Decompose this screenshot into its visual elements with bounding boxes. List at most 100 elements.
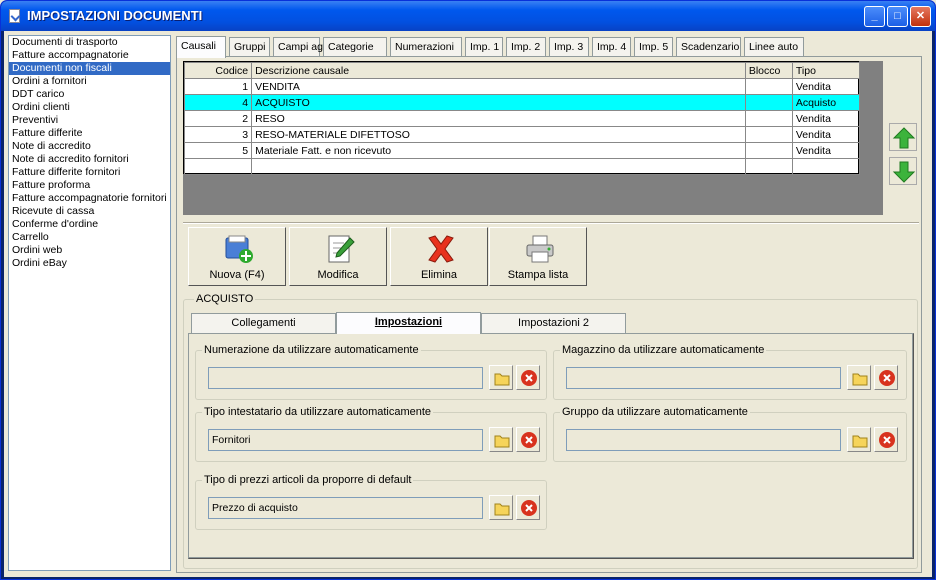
column-header[interactable]: Tipo [791, 62, 861, 79]
gruppo-field[interactable] [566, 429, 841, 451]
title-bar[interactable]: IMPOSTAZIONI DOCUMENTI _ □ ✕ [1, 1, 935, 31]
doc-type-item[interactable]: Note di accredito fornitori [9, 153, 170, 166]
doc-type-item[interactable]: Documenti di trasporto [9, 36, 170, 49]
column-header[interactable]: Blocco [744, 62, 793, 79]
doc-type-item[interactable]: Ordini a fornitori [9, 75, 170, 88]
magazzino-clear-button[interactable] [874, 365, 898, 390]
doc-type-item[interactable]: Fatture accompagnatorie [9, 49, 170, 62]
gruppo-label: Gruppo da utilizzare automaticamente [560, 406, 750, 418]
cell-codice: 1 [183, 78, 253, 95]
subtab-impostazioni-2[interactable]: Impostazioni 2 [481, 313, 626, 333]
doc-type-item[interactable]: Ordini eBay [9, 257, 170, 270]
tab-campi-agg[interactable]: Campi agg. [273, 37, 332, 57]
delete-button[interactable]: Elimina [390, 227, 488, 286]
arrow-up-icon [892, 127, 916, 149]
intestatario-browse-button[interactable] [489, 427, 513, 452]
cell-blocco [744, 142, 793, 159]
tab-numerazioni[interactable]: Numerazioni [390, 37, 462, 57]
clear-icon [521, 500, 537, 516]
grid-panel: Codice Descrizione causale Blocco Tipo 1… [183, 61, 883, 215]
cell-descrizione: Materiale Fatt. e non ricevuto [251, 142, 746, 159]
tab-causali[interactable]: Causali [176, 36, 226, 58]
minimize-button[interactable]: _ [864, 6, 885, 27]
print-list-button[interactable]: Stampa lista [489, 227, 587, 286]
doc-type-item[interactable]: Conferme d'ordine [9, 218, 170, 231]
new-document-icon [225, 235, 253, 263]
numerazione-label: Numerazione da utilizzare automaticament… [202, 344, 421, 356]
tab-gruppi[interactable]: Gruppi [229, 37, 270, 57]
printer-icon [526, 235, 554, 263]
doc-type-item[interactable]: Fatture accompagnatorie fornitori [9, 192, 170, 205]
doc-type-item[interactable]: Fatture differite [9, 127, 170, 140]
document-type-list[interactable]: Documenti di trasporto Fatture accompagna… [8, 35, 171, 571]
doc-type-item[interactable]: Fatture proforma [9, 179, 170, 192]
numerazione-browse-button[interactable] [489, 365, 513, 390]
clear-icon [521, 432, 537, 448]
detail-group-title: ACQUISTO [194, 293, 256, 305]
edit-button[interactable]: Modifica [289, 227, 387, 286]
folder-icon [494, 503, 510, 516]
gruppo-browse-button[interactable] [847, 427, 871, 452]
maximize-button[interactable]: □ [887, 6, 908, 27]
tab-categorie[interactable]: Categorie [323, 37, 387, 57]
prezzi-field[interactable]: Prezzo di acquisto [208, 497, 483, 519]
table-row[interactable]: 1 VENDITA Vendita [183, 78, 861, 95]
doc-type-item[interactable]: Fatture differite fornitori [9, 166, 170, 179]
tab-linee-auto[interactable]: Linee auto [744, 37, 804, 57]
table-row[interactable]: 4 ACQUISTO Acquisto [183, 94, 861, 111]
numerazione-clear-button[interactable] [516, 365, 540, 390]
numerazione-field[interactable] [208, 367, 483, 389]
table-row[interactable]: 3 RESO-MATERIALE DIFETTOSO Vendita [183, 126, 861, 143]
table-row[interactable]: 5 Materiale Fatt. e non ricevuto Vendita [183, 142, 861, 159]
tab-imp-4[interactable]: Imp. 4 [592, 37, 631, 57]
doc-type-item[interactable]: Ordini web [9, 244, 170, 257]
cell-codice: 2 [183, 110, 253, 127]
cell-codice: 4 [183, 94, 253, 111]
move-down-button[interactable] [889, 157, 917, 185]
arrow-down-icon [892, 161, 916, 183]
cell-descrizione: VENDITA [251, 78, 746, 95]
subtab-impostazioni[interactable]: Impostazioni [336, 312, 481, 334]
subtab-collegamenti[interactable]: Collegamenti [191, 313, 336, 333]
numerazione-group: Numerazione da utilizzare automaticament… [195, 344, 547, 400]
column-header[interactable]: Descrizione causale [251, 62, 746, 79]
intestatario-field[interactable]: Fornitori [208, 429, 483, 451]
tab-scadenzario[interactable]: Scadenzario [676, 37, 741, 57]
new-button[interactable]: Nuova (F4) [188, 227, 286, 286]
window: IMPOSTAZIONI DOCUMENTI _ □ ✕ Documenti d… [0, 0, 936, 580]
causali-grid[interactable]: Codice Descrizione causale Blocco Tipo 1… [183, 61, 861, 175]
tab-imp-3[interactable]: Imp. 3 [549, 37, 589, 57]
magazzino-group: Magazzino da utilizzare automaticamente [553, 344, 907, 400]
magazzino-field[interactable] [566, 367, 841, 389]
doc-type-item[interactable]: Ordini clienti [9, 101, 170, 114]
doc-type-item[interactable]: Documenti non fiscali [9, 62, 170, 75]
tab-imp-5[interactable]: Imp. 5 [634, 37, 673, 57]
app-icon [9, 9, 20, 23]
doc-type-item[interactable]: Note di accredito [9, 140, 170, 153]
gruppo-clear-button[interactable] [874, 427, 898, 452]
window-title: IMPOSTAZIONI DOCUMENTI [27, 8, 203, 23]
move-up-button[interactable] [889, 123, 917, 151]
doc-type-item[interactable]: Carrello [9, 231, 170, 244]
doc-type-item[interactable]: Preventivi [9, 114, 170, 127]
tab-imp-1[interactable]: Imp. 1 [465, 37, 503, 57]
cell-tipo: Vendita [791, 126, 861, 143]
tab-page-causali: Codice Descrizione causale Blocco Tipo 1… [176, 56, 922, 573]
magazzino-browse-button[interactable] [847, 365, 871, 390]
prezzi-group: Tipo di prezzi articoli da proporre di d… [195, 474, 547, 530]
intestatario-clear-button[interactable] [516, 427, 540, 452]
table-row[interactable]: 2 RESO Vendita [183, 110, 861, 127]
column-header[interactable]: Codice [183, 62, 253, 79]
prezzi-browse-button[interactable] [489, 495, 513, 520]
clear-icon [879, 370, 895, 386]
cell-blocco [744, 110, 793, 127]
doc-type-item[interactable]: Ricevute di cassa [9, 205, 170, 218]
close-button[interactable]: ✕ [910, 6, 931, 27]
tab-imp-2[interactable]: Imp. 2 [506, 37, 546, 57]
edit-button-label: Modifica [317, 269, 359, 281]
cell-blocco [744, 126, 793, 143]
empty-row[interactable] [183, 158, 861, 175]
prezzi-clear-button[interactable] [516, 495, 540, 520]
doc-type-item[interactable]: DDT carico [9, 88, 170, 101]
cell-descrizione: ACQUISTO [251, 94, 746, 111]
